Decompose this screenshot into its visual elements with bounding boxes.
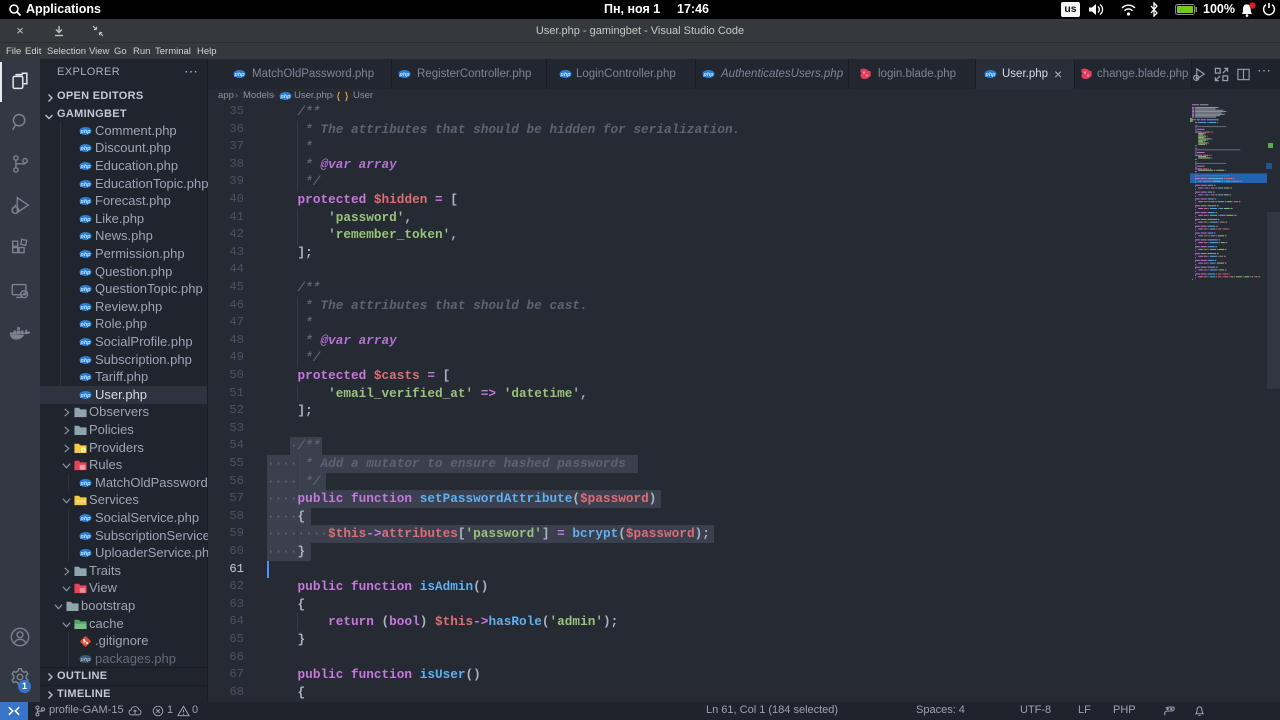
svg-text:php: php [80, 217, 92, 223]
svg-text:php: php [234, 72, 246, 78]
svg-text:php: php [80, 657, 92, 663]
svg-text:php: php [80, 234, 92, 240]
svg-text:php: php [80, 322, 92, 328]
svg-text:php: php [985, 72, 997, 78]
svg-text:php: php [560, 72, 572, 78]
svg-text:php: php [80, 164, 92, 170]
svg-text:php: php [80, 551, 92, 557]
svg-text:php: php [80, 393, 92, 399]
svg-text:php: php [703, 72, 715, 78]
svg-text:php: php [80, 340, 92, 346]
svg-text:php: php [399, 72, 411, 78]
svg-text:php: php [80, 129, 92, 135]
svg-text:php: php [80, 481, 92, 487]
svg-text:php: php [80, 305, 92, 311]
svg-text:php: php [80, 199, 92, 205]
svg-text:php: php [80, 146, 92, 152]
svg-text:php: php [80, 533, 92, 539]
svg-text:php: php [80, 269, 92, 275]
svg-text:php: php [80, 375, 92, 381]
svg-text:php: php [80, 287, 92, 293]
svg-text:php: php [80, 357, 92, 363]
svg-text:php: php [80, 516, 92, 522]
svg-text:php: php [280, 94, 292, 100]
svg-text:php: php [80, 181, 92, 187]
svg-text:php: php [80, 252, 92, 258]
